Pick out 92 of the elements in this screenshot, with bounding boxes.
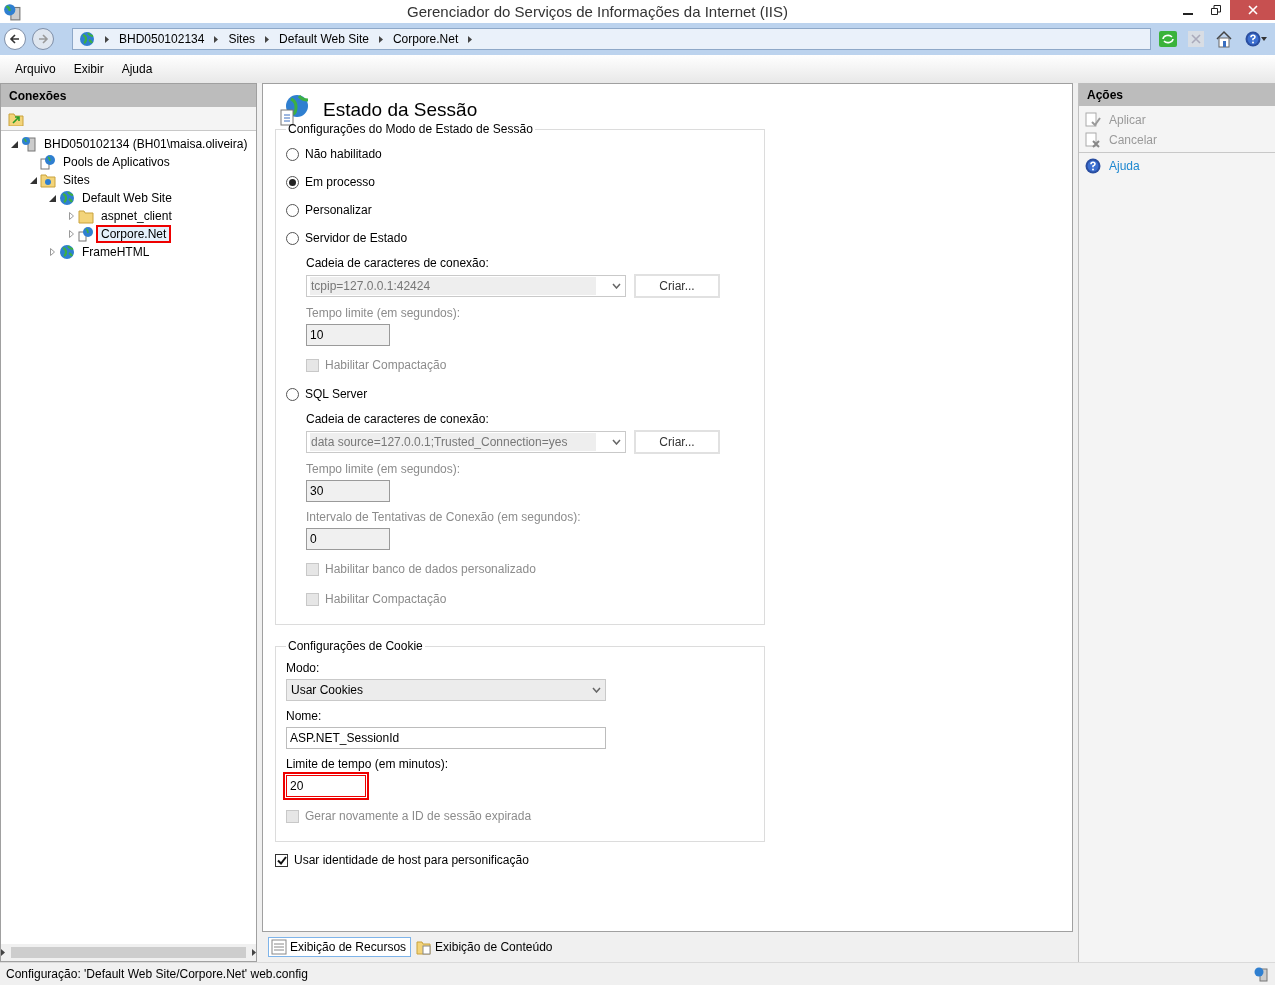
- radio-button[interactable]: [286, 387, 299, 401]
- radio-label: SQL Server: [305, 387, 368, 401]
- group-title: Configurações de Cookie: [287, 639, 424, 653]
- view-tab[interactable]: Exibição de Recursos: [268, 937, 412, 957]
- chevron-icon: [378, 35, 383, 43]
- folder-icon: [78, 208, 94, 224]
- server-icon: [21, 136, 37, 152]
- back-button[interactable]: [4, 28, 26, 50]
- radio-button[interactable]: [286, 231, 299, 245]
- tree-item[interactable]: Corpore.Net: [96, 225, 172, 243]
- chevron-icon: [1, 949, 5, 956]
- globe-document-icon: [279, 94, 309, 126]
- field-label: Limite de tempo (em minutos):: [286, 757, 450, 771]
- checkbox-label: Usar identidade de host para personificação: [294, 853, 529, 867]
- radio-label: Em processo: [305, 175, 376, 189]
- checkbox[interactable]: [275, 853, 288, 867]
- minimize-icon: [1183, 13, 1193, 15]
- menu-item[interactable]: Ajuda: [114, 60, 160, 78]
- checkbox-label: Habilitar banco de dados personalizado: [325, 562, 536, 576]
- app-icon: [3, 2, 21, 21]
- tree-item[interactable]: FrameHTML: [77, 243, 155, 261]
- expanded-arrow-icon[interactable]: [10, 140, 18, 148]
- refresh-button[interactable]: [1157, 28, 1179, 50]
- pane-header: Ações: [1079, 83, 1275, 106]
- collapsed-arrow-icon[interactable]: [49, 248, 55, 256]
- breadcrumb-item[interactable]: Sites: [228, 32, 256, 46]
- back-arrow-icon: [9, 33, 21, 45]
- breadcrumb-item[interactable]: Default Web Site: [279, 32, 369, 46]
- app-icon: [78, 226, 94, 242]
- radio-label: Não habilitado: [305, 147, 382, 161]
- folder-document-icon: [416, 939, 433, 955]
- page-title: Estado da Sessão: [323, 99, 478, 121]
- server-icon: [1253, 966, 1269, 982]
- chevron-icon: [468, 35, 473, 43]
- chevron-icon: [105, 35, 109, 43]
- help-icon: [1245, 31, 1261, 47]
- breadcrumb-item[interactable]: Corpore.Net: [392, 32, 459, 46]
- globe-icon: [59, 190, 75, 206]
- field-label: Tempo limite (em segundos):: [306, 462, 462, 476]
- radio-label: Personalizar: [305, 203, 372, 217]
- field-label: Cadeia de caracteres de conexão:: [306, 412, 490, 426]
- action-link[interactable]: Ajuda: [1079, 156, 1275, 176]
- field-label: Modo:: [286, 661, 321, 675]
- pools-icon: [40, 154, 56, 170]
- group-title: Configurações do Modo de Estado de Sessão: [287, 122, 534, 136]
- radio-button[interactable]: [286, 175, 299, 189]
- tree-item[interactable]: Pools de Aplicativos: [58, 153, 175, 171]
- document-check-icon: [1085, 112, 1101, 128]
- folder-icon: [40, 172, 56, 188]
- globe-icon: [59, 244, 75, 260]
- expanded-arrow-icon[interactable]: [48, 194, 56, 202]
- tree-item[interactable]: aspnet_client: [96, 207, 177, 225]
- pane-header: Conexões: [1, 84, 256, 107]
- expanded-arrow-icon[interactable]: [29, 176, 37, 184]
- check-icon: [276, 855, 287, 865]
- address-bar[interactable]: BHD050102134 Sites Default Web Site Corpore.Net: [72, 28, 1151, 50]
- chevron-icon: [265, 35, 270, 43]
- input-field[interactable]: 20: [286, 775, 366, 797]
- radio-label: Servidor de Estado: [305, 231, 408, 245]
- tree-item[interactable]: BHD050102134 (BH01\maisa.oliveira): [39, 135, 253, 153]
- list-icon: [271, 939, 287, 955]
- menu-item[interactable]: Exibir: [66, 60, 111, 78]
- field-label: Cadeia de caracteres de conexão:: [306, 256, 490, 270]
- radio-button[interactable]: [286, 147, 299, 161]
- field-label: Tempo limite (em segundos):: [306, 306, 462, 320]
- breadcrumb-item[interactable]: BHD050102134: [119, 32, 205, 46]
- restore-icon: [1211, 5, 1221, 15]
- status-text: Configuração: 'Default Web Site/Corpore.Net' web.config: [6, 967, 308, 981]
- view-tab[interactable]: Exibição de Conteúdo: [413, 937, 558, 957]
- menu-item[interactable]: Arquivo: [8, 60, 63, 78]
- chevron-icon: [252, 949, 256, 956]
- chevron-icon: [214, 35, 219, 43]
- close-icon: [1247, 5, 1258, 15]
- collapsed-arrow-icon[interactable]: [68, 230, 74, 238]
- tree-item[interactable]: Default Web Site: [77, 189, 177, 207]
- caret-icon: [1261, 37, 1267, 41]
- help-icon: [1085, 158, 1101, 174]
- tree-item[interactable]: Sites: [58, 171, 95, 189]
- field-label: Nome:: [286, 709, 323, 723]
- input-field[interactable]: ASP.NET_SessionId: [286, 727, 606, 749]
- address-globe-icon: [79, 31, 95, 47]
- checkbox-label: Gerar novamente a ID de sessão expirada: [305, 809, 532, 823]
- checkbox-label: Habilitar Compactação: [325, 592, 447, 606]
- collapsed-arrow-icon[interactable]: [68, 212, 74, 220]
- horizontal-scrollbar[interactable]: [1, 944, 256, 961]
- radio-button[interactable]: [286, 203, 299, 217]
- mode-select[interactable]: Usar Cookies: [286, 679, 606, 701]
- forward-arrow-icon: [37, 33, 49, 45]
- field-label: Intervalo de Tentativas de Conexão (em segundos):: [306, 510, 582, 524]
- checkbox-label: Habilitar Compactação: [325, 358, 447, 372]
- window-title: Gerenciador do Serviços de Informações da Internet (IIS): [406, 3, 789, 20]
- document-x-icon: [1085, 132, 1101, 148]
